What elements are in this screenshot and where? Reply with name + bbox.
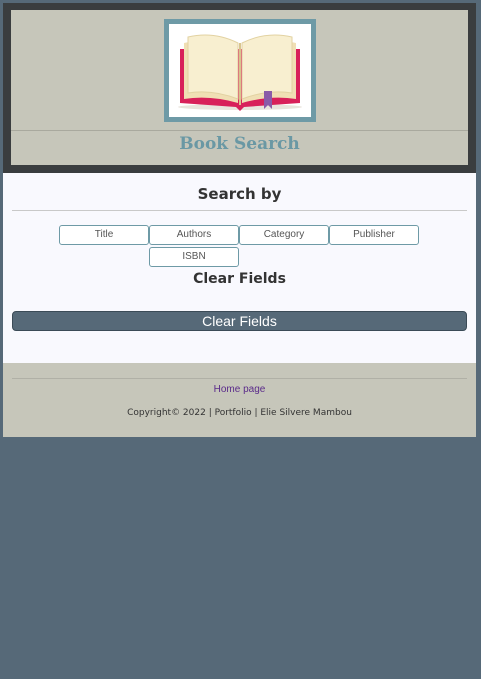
clear-fields-button[interactable]: Clear Fields	[12, 311, 467, 331]
title-button[interactable]: Title	[59, 225, 149, 245]
authors-button[interactable]: Authors	[149, 225, 239, 245]
isbn-button[interactable]: ISBN	[149, 247, 239, 267]
site-title: Book Search	[179, 134, 300, 154]
publisher-button[interactable]: Publisher	[329, 225, 419, 245]
copyright-text: Copyright© 2022 | Portfolio | Elie Silve…	[127, 408, 352, 418]
search-panel: Search by Title Authors Category Publish…	[3, 173, 476, 363]
clear-fields-heading: Clear Fields	[193, 271, 286, 287]
site-header: Book Search	[3, 3, 476, 173]
category-button[interactable]: Category	[239, 225, 329, 245]
header-divider	[11, 130, 468, 131]
footer-divider	[12, 378, 467, 379]
open-book-icon	[169, 24, 311, 117]
page: Book Search Search by Title Authors Cate…	[3, 3, 476, 679]
home-page-link[interactable]: Home page	[3, 384, 476, 395]
search-by-heading: Search by	[197, 185, 282, 203]
site-footer: Home page Copyright© 2022 | Portfolio | …	[3, 363, 476, 437]
search-divider	[12, 210, 467, 211]
logo-frame	[164, 19, 316, 122]
header-panel: Book Search	[11, 10, 468, 165]
